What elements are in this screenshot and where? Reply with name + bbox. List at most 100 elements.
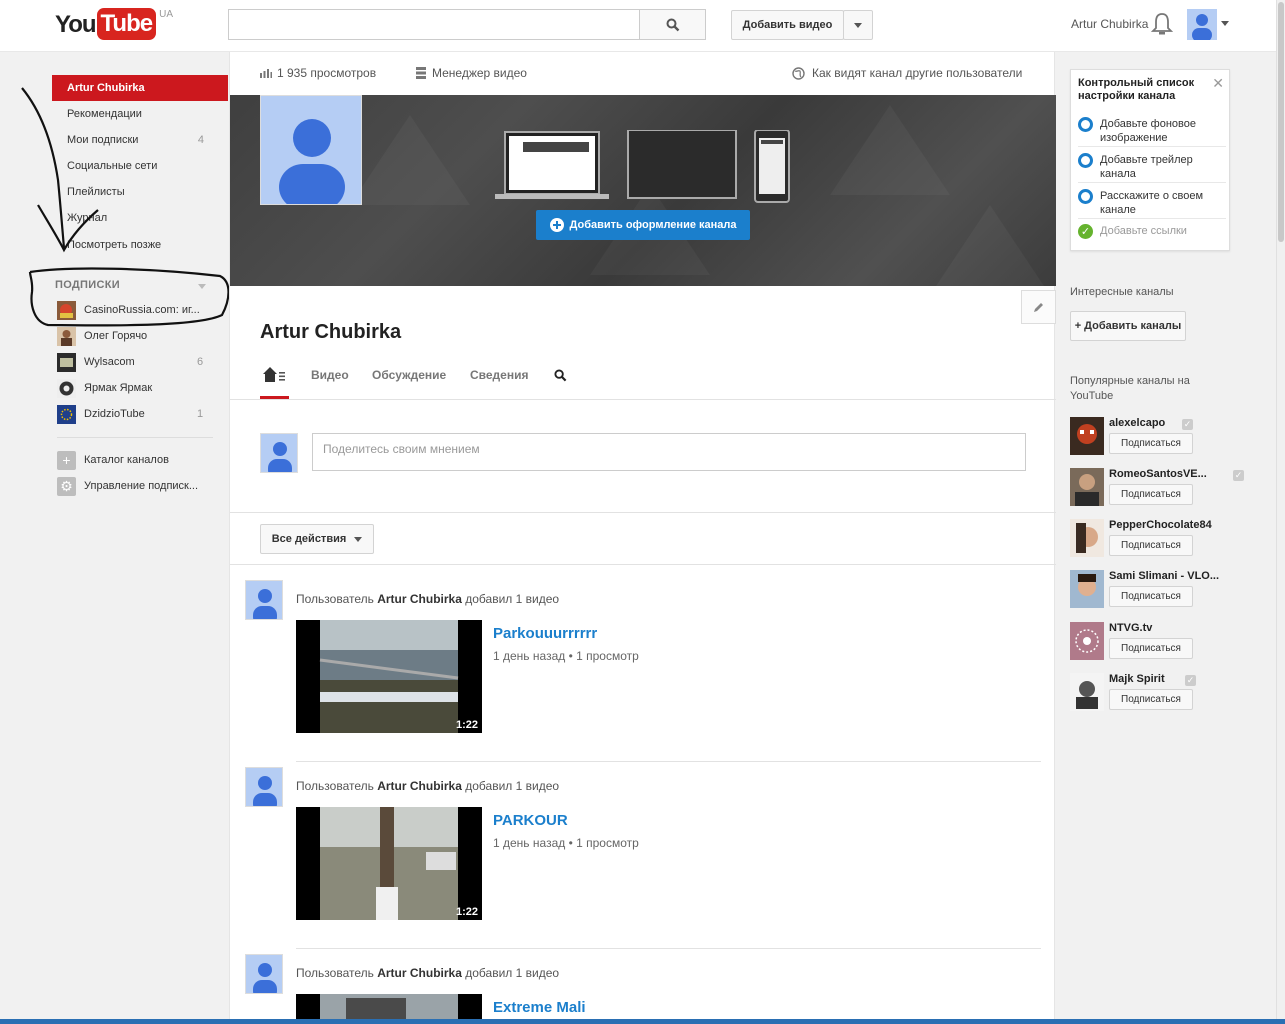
feed-item: Пользователь Artur Chubirka добавил 1 ви… <box>245 580 1041 770</box>
subscription-item[interactable]: Олег Горячо <box>57 325 217 347</box>
guide-item-channel-catalog[interactable]: + Каталог каналов <box>57 449 217 471</box>
channel-name-link[interactable]: NTVG.tv <box>1109 622 1229 634</box>
add-channel-art-button[interactable]: Добавить оформление канала <box>536 210 750 240</box>
subscription-item[interactable]: DzidzioTube 1 <box>57 403 217 425</box>
subscribe-button[interactable]: Подписаться <box>1109 586 1193 607</box>
feed-user-link[interactable]: Artur Chubirka <box>377 779 462 793</box>
channel-icon[interactable] <box>1070 519 1104 557</box>
header-user-name[interactable]: Artur Chubirka <box>1071 17 1148 31</box>
checklist-item[interactable]: Расскажите о своем канале <box>1078 189 1226 217</box>
feed-avatar[interactable] <box>245 580 283 620</box>
add-channels-button[interactable]: + Добавить каналы <box>1070 311 1186 341</box>
view-as-label: Как видят канал другие пользователи <box>812 66 1023 80</box>
subscription-item[interactable]: Ярмак Ярмак <box>57 377 217 399</box>
subscribe-button[interactable]: Подписаться <box>1109 638 1193 659</box>
circle-icon <box>1078 189 1093 204</box>
feed-avatar[interactable] <box>245 954 283 994</box>
tab-search[interactable] <box>554 369 567 385</box>
guide-item-playlists[interactable]: Плейлисты <box>52 179 228 205</box>
feed-user-link[interactable]: Artur Chubirka <box>377 592 462 606</box>
video-title-link[interactable]: Parkouuurrrrrr <box>493 625 597 642</box>
tab-home[interactable] <box>262 366 286 387</box>
upload-dropdown-button[interactable] <box>843 10 873 40</box>
channel-name-link[interactable]: PepperChocolate84 <box>1109 519 1229 531</box>
subscribe-button[interactable]: Подписаться <box>1109 689 1193 710</box>
subscription-item[interactable]: CasinoRussia.com: иг... <box>57 299 217 321</box>
all-actions-dropdown[interactable]: Все действия <box>260 524 374 554</box>
channel-icon[interactable] <box>1070 468 1104 506</box>
pencil-icon <box>1034 302 1043 312</box>
subscriptions-heading[interactable]: ПОДПИСКИ <box>55 279 120 291</box>
channel-icon[interactable] <box>1070 673 1104 711</box>
guide-item-my-subscriptions[interactable]: Мои подписки 4 <box>52 127 228 153</box>
right-sidebar: Контрольный список настройки канала ✕ До… <box>1056 52 1276 1024</box>
subscribe-button[interactable]: Подписаться <box>1109 484 1193 505</box>
video-title-link[interactable]: PARKOUR <box>493 812 568 829</box>
popular-channel: PepperChocolate84 Подписаться <box>1070 519 1260 561</box>
account-menu-chevron-icon[interactable] <box>1221 21 1229 26</box>
verified-icon: ✓ <box>1233 470 1244 481</box>
tab-discussion[interactable]: Обсуждение <box>372 368 446 382</box>
video-thumbnail[interactable]: 1:22 <box>296 807 482 920</box>
guide-item-history[interactable]: Журнал <box>52 205 228 231</box>
channel-name-link[interactable]: Sami Slimani - VLO... <box>1109 570 1229 582</box>
share-opinion-input[interactable]: Поделитесь своим мнением <box>312 433 1026 471</box>
checklist-item[interactable]: Добавьте фоновое изображение <box>1078 117 1226 145</box>
feed-header: Пользователь Artur Chubirka добавил 1 ви… <box>296 779 560 793</box>
vertical-scrollbar[interactable] <box>1276 0 1285 1024</box>
search-input[interactable] <box>228 9 640 40</box>
checkmark-icon: ✓ <box>1078 224 1093 239</box>
scrollbar-thumb[interactable] <box>1278 2 1284 242</box>
guide-item-my-channel[interactable]: Artur Chubirka <box>52 75 228 101</box>
plus-circle-icon: + <box>57 450 76 470</box>
guide-item-social[interactable]: Социальные сети <box>52 153 228 179</box>
video-manager-icon <box>416 67 426 79</box>
search-button[interactable] <box>639 9 706 40</box>
video-duration: 1:22 <box>455 906 478 918</box>
channel-name-link[interactable]: alexelcapo <box>1109 417 1229 429</box>
channel-icon <box>57 326 76 346</box>
video-title-link[interactable]: Extreme Mali <box>493 999 586 1016</box>
tab-about[interactable]: Сведения <box>470 368 528 382</box>
checklist-item-done[interactable]: ✓ Добавьте ссылки <box>1078 224 1226 239</box>
close-icon[interactable]: ✕ <box>1212 75 1224 92</box>
channel-title: Artur Chubirka <box>260 321 402 343</box>
edit-channel-button[interactable] <box>1021 290 1056 324</box>
divider <box>230 564 1056 565</box>
video-thumbnail[interactable]: 1:22 <box>296 620 482 733</box>
channel-icon[interactable] <box>1070 417 1104 455</box>
tab-videos[interactable]: Видео <box>311 368 349 382</box>
checklist-item-label: Добавьте трейлер канала <box>1100 154 1193 180</box>
views-stat[interactable]: 1 935 просмотров <box>260 66 376 80</box>
divider <box>230 512 1056 513</box>
subscribe-button[interactable]: Подписаться <box>1109 433 1193 454</box>
feed-avatar[interactable] <box>245 767 283 807</box>
subscription-label: Wylsacom <box>84 356 135 368</box>
bell-icon[interactable] <box>1151 12 1173 36</box>
interesting-channels-label: Интересные каналы <box>1070 286 1174 298</box>
view-as-link[interactable]: Как видят канал другие пользователи <box>792 66 1022 80</box>
channel-icon[interactable] <box>1070 570 1104 608</box>
checklist-item-label: Добавьте ссылки <box>1100 225 1187 237</box>
checklist-item[interactable]: Добавьте трейлер канала <box>1078 153 1226 181</box>
upload-button[interactable]: Добавить видео <box>731 10 844 40</box>
guide-item-watch-later[interactable]: Посмотреть позже <box>52 232 228 258</box>
feed-user-link[interactable]: Artur Chubirka <box>377 966 462 980</box>
popular-channel: Sami Slimani - VLO... Подписаться <box>1070 570 1260 612</box>
guide-item-manage-subscriptions[interactable]: ⚙ Управление подписк... <box>57 475 217 497</box>
popular-channel: Majk Spirit ✓ Подписаться <box>1070 673 1260 715</box>
channel-name-link[interactable]: RomeoSantosVE... <box>1109 468 1229 480</box>
video-manager-link[interactable]: Менеджер видео <box>416 66 527 80</box>
home-icon <box>263 367 285 382</box>
header-avatar[interactable] <box>1187 9 1217 40</box>
youtube-logo[interactable]: You Tube UA <box>55 8 173 42</box>
subscribe-button[interactable]: Подписаться <box>1109 535 1193 556</box>
channel-avatar[interactable] <box>260 95 362 205</box>
divider <box>230 399 1056 400</box>
channel-name-link[interactable]: Majk Spirit <box>1109 673 1229 685</box>
channel-icon <box>57 352 76 372</box>
subscription-item[interactable]: Wylsacom 6 <box>57 351 217 373</box>
channel-icon[interactable] <box>1070 622 1104 660</box>
chevron-down-icon[interactable] <box>198 284 206 289</box>
guide-item-recommended[interactable]: Рекомендации <box>52 101 228 127</box>
